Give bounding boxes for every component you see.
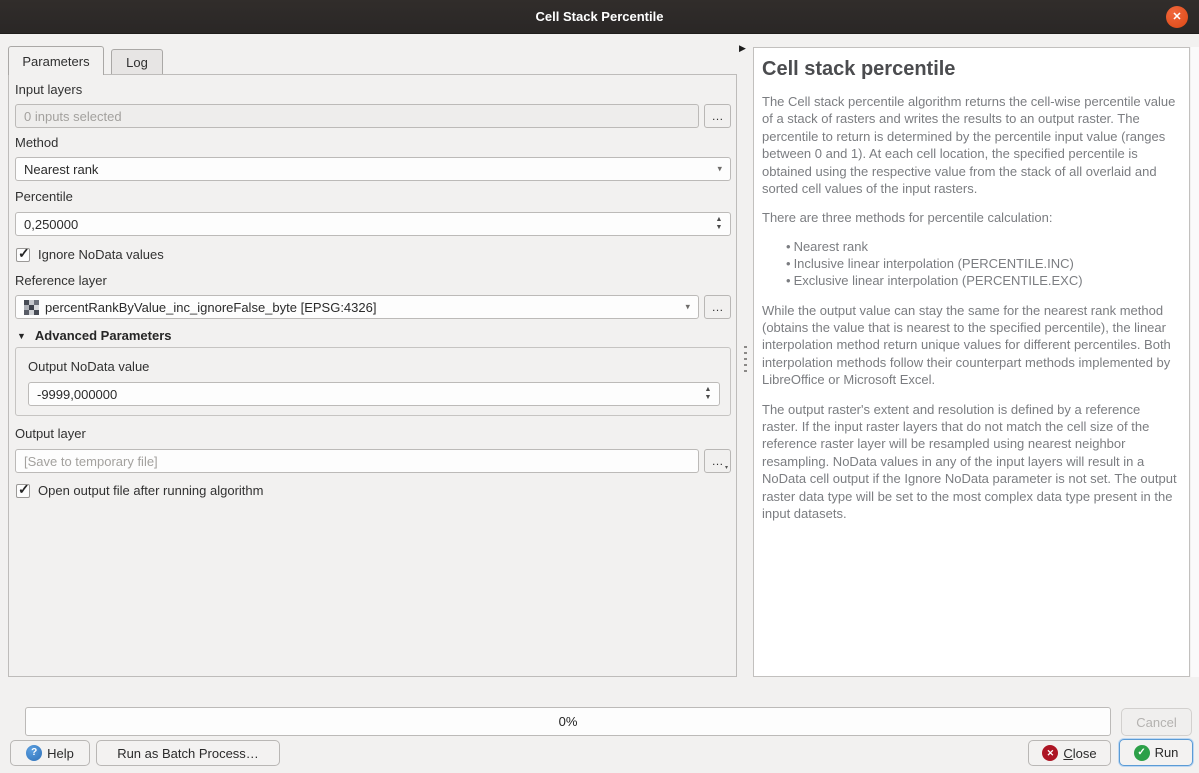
spin-down-icon[interactable]: ▼ [705,394,712,402]
help-paragraph: The Cell stack percentile algorithm retu… [762,93,1179,197]
triangle-down-icon: ▼ [17,331,26,341]
menu-caret-icon: ▾ [725,464,728,471]
help-panel: Cell stack percentile The Cell stack per… [753,47,1190,677]
input-layers-label: Input layers [15,82,82,97]
input-layers-browse-button[interactable]: … [704,104,731,128]
check-icon: ✓ [18,245,30,262]
ellipsis-icon: … [712,300,724,314]
splitter-handle[interactable] [744,346,747,372]
open-output-checkbox[interactable]: ✓ [16,484,30,498]
bullet-text: Nearest rank [794,239,868,256]
reference-layer-browse-button[interactable]: … [704,295,731,319]
titlebar[interactable]: Cell Stack Percentile ✕ [0,0,1199,34]
help-bullet-list: •Nearest rank •Inclusive linear interpol… [786,239,1179,290]
input-layers-field[interactable]: 0 inputs selected [15,104,699,128]
run-label: Run [1155,745,1179,760]
check-icon: ✓ [18,481,30,498]
output-layer-field[interactable]: [Save to temporary file] [15,449,699,473]
run-icon: ✓ [1134,745,1150,761]
raster-layer-icon [24,300,39,315]
output-layer-placeholder: [Save to temporary file] [24,454,158,469]
ellipsis-icon: … [712,454,724,468]
spin-down-icon[interactable]: ▼ [716,224,723,232]
percentile-value: 0,250000 [24,217,78,232]
help-icon: ? [26,745,42,761]
method-combobox[interactable]: Nearest rank ▾ [15,157,731,181]
percentile-label: Percentile [15,189,73,204]
help-paragraph: While the output value can stay the same… [762,302,1179,389]
window-title: Cell Stack Percentile [536,9,664,24]
parameters-pane: Input layers 0 inputs selected … Method … [8,74,737,677]
output-nodata-value: -9999,000000 [37,387,117,402]
cancel-label: Cancel [1136,715,1176,730]
close-button[interactable]: ✕ Close [1028,740,1111,766]
ignore-nodata-label: Ignore NoData values [38,247,164,262]
run-button[interactable]: ✓ Run [1119,739,1193,766]
help-paragraph: The output raster's extent and resolutio… [762,401,1179,523]
spin-up-icon[interactable]: ▲ [716,216,723,224]
progress-value: 0% [559,714,578,729]
run-as-batch-label: Run as Batch Process… [117,746,259,761]
spinner-arrows[interactable]: ▲ ▼ [713,216,725,232]
progress-bar: 0% [25,707,1111,736]
reference-layer-value: percentRankByValue_inc_ignoreFalse_byte … [45,300,376,315]
spin-up-icon[interactable]: ▲ [705,386,712,394]
tab-parameters[interactable]: Parameters [8,46,104,75]
bullet-icon: • [786,273,791,290]
cell-stack-percentile-dialog: Cell Stack Percentile ✕ Parameters Log I… [0,0,1199,773]
reference-layer-label: Reference layer [15,273,107,288]
tab-log[interactable]: Log [111,49,163,75]
bullet-text: Exclusive linear interpolation (PERCENTI… [794,273,1083,290]
ignore-nodata-checkbox[interactable]: ✓ [16,248,30,262]
window-close-icon[interactable]: ✕ [1166,6,1188,28]
help-title: Cell stack percentile [762,58,1179,81]
open-output-label: Open output file after running algorithm [38,483,263,498]
ignore-nodata-checkbox-row[interactable]: ✓ Ignore NoData values [16,247,164,262]
help-paragraph: There are three methods for percentile c… [762,209,1179,226]
chevron-down-icon: ▾ [685,302,690,313]
spinner-arrows[interactable]: ▲ ▼ [702,386,714,402]
help-scrollbar[interactable] [1191,47,1199,677]
splitter-collapse-icon[interactable]: ▶ [739,43,746,54]
advanced-parameters-header[interactable]: ▼ Advanced Parameters [17,328,172,343]
percentile-spinbox[interactable]: 0,250000 ▲ ▼ [15,212,731,236]
help-label: Help [47,746,74,761]
advanced-parameters-title: Advanced Parameters [35,328,172,343]
run-as-batch-button[interactable]: Run as Batch Process… [96,740,280,766]
close-icon: ✕ [1042,745,1058,761]
cancel-button[interactable]: Cancel [1121,708,1192,736]
help-button[interactable]: ? Help [10,740,90,766]
output-layer-label: Output layer [15,426,86,441]
advanced-parameters-groupbox: Output NoData value -9999,000000 ▲ ▼ [15,347,731,416]
bullet-icon: • [786,256,791,273]
bullet-icon: • [786,239,791,256]
ellipsis-icon: … [712,109,724,123]
bullet-text: Inclusive linear interpolation (PERCENTI… [794,256,1074,273]
output-nodata-spinbox[interactable]: -9999,000000 ▲ ▼ [28,382,720,406]
method-value: Nearest rank [24,162,98,177]
chevron-down-icon: ▾ [717,164,722,175]
close-label: Close [1063,746,1096,761]
open-output-checkbox-row[interactable]: ✓ Open output file after running algorit… [16,483,263,498]
output-layer-browse-button[interactable]: … ▾ [704,449,731,473]
method-label: Method [15,135,58,150]
output-nodata-label: Output NoData value [28,359,149,374]
reference-layer-combobox[interactable]: percentRankByValue_inc_ignoreFalse_byte … [15,295,699,319]
